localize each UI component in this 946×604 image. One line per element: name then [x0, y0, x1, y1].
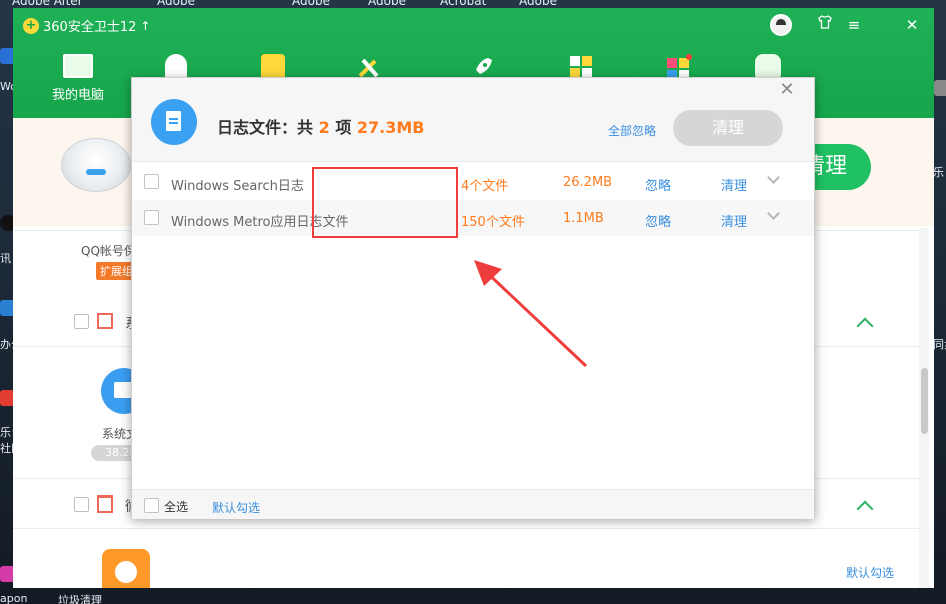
- dialog-header: 日志文件：共 2 项 27.3MB ✕ 全部忽略 清理: [132, 78, 814, 162]
- row-clean-link[interactable]: 清理: [721, 175, 747, 194]
- scrollbar-thumb[interactable]: [921, 368, 928, 434]
- desktop-label[interactable]: Adobe: [292, 0, 330, 8]
- row-file-count: 150个文件: [461, 215, 525, 230]
- default-check-link[interactable]: 默认勾选: [212, 499, 260, 516]
- monitor-icon: [63, 54, 93, 78]
- desktop-label[interactable]: Adobe: [519, 0, 557, 8]
- desktop-label[interactable]: 垃圾清理: [58, 592, 102, 604]
- desktop-label[interactable]: apon: [0, 592, 27, 604]
- section-checkbox[interactable]: [74, 497, 89, 512]
- close-icon[interactable]: ✕: [901, 14, 923, 36]
- chevron-up-icon[interactable]: [856, 317, 874, 335]
- nav-label: 我的电脑: [51, 88, 104, 103]
- chevron-up-icon[interactable]: [856, 500, 874, 518]
- row-clean-link[interactable]: 清理: [721, 211, 747, 230]
- file-icon: [151, 99, 197, 145]
- item-count: 2: [318, 118, 330, 137]
- nav-my-computer[interactable]: 我的电脑: [43, 48, 113, 114]
- annotation-arrow: [474, 260, 588, 368]
- avatar[interactable]: [770, 14, 792, 36]
- total-size: 27.3MB: [356, 118, 425, 137]
- desktop-label[interactable]: Adobe After: [12, 0, 83, 8]
- section-checkbox[interactable]: [74, 314, 89, 329]
- clean-button[interactable]: 清理: [673, 110, 783, 146]
- desktop-label[interactable]: 同步: [933, 336, 946, 352]
- desktop-label[interactable]: Acrobat: [440, 0, 486, 8]
- desktop-label[interactable]: 讯: [0, 250, 11, 266]
- robot-vacuum-image: [61, 138, 131, 192]
- app-title-text: 360安全卫士12: [43, 20, 137, 35]
- skin-icon[interactable]: [814, 14, 836, 36]
- divider: [13, 528, 919, 529]
- select-all-checkbox[interactable]: [144, 498, 159, 513]
- qq-label: QQ帐号保: [81, 244, 136, 258]
- table-row: Windows Search日志 4个文件 26.2MB 忽略 清理: [132, 164, 814, 200]
- desktop-label[interactable]: Adobe: [368, 0, 406, 8]
- upgrade-arrow-icon[interactable]: ↑: [140, 19, 150, 33]
- dialog-footer: 全选 默认勾选: [132, 489, 814, 519]
- row-ignore-link[interactable]: 忽略: [645, 175, 671, 194]
- logo-icon: +: [23, 17, 39, 34]
- menu-icon[interactable]: ≡: [843, 14, 865, 36]
- ignore-all-link[interactable]: 全部忽略: [608, 122, 656, 139]
- windows-icon: [97, 313, 113, 329]
- select-all-label[interactable]: 全选: [164, 498, 188, 515]
- app-icon[interactable]: [934, 80, 946, 96]
- row-file-count: 4个文件: [461, 179, 509, 194]
- row-checkbox[interactable]: [144, 210, 159, 225]
- wechat-icon: [102, 549, 150, 588]
- chevron-down-icon[interactable]: [767, 207, 780, 220]
- title-mid: 项: [335, 118, 352, 137]
- row-ignore-link[interactable]: 忽略: [645, 211, 671, 230]
- title-prefix: 日志文件：共: [217, 118, 314, 137]
- close-icon[interactable]: ✕: [777, 80, 797, 100]
- desktop-label[interactable]: Adobe: [157, 0, 195, 8]
- default-check-link[interactable]: 默认勾选: [846, 564, 894, 581]
- table-row: Windows Metro应用日志文件 150个文件 1.1MB 忽略 清理: [132, 200, 814, 236]
- app-title: + 360安全卫士12 ↑: [23, 16, 150, 35]
- row-size: 26.2MB: [563, 175, 613, 190]
- trash-icon: [97, 495, 113, 513]
- dialog-title: 日志文件：共 2 项 27.3MB: [217, 114, 425, 138]
- row-checkbox[interactable]: [144, 174, 159, 189]
- row-size: 1.1MB: [563, 211, 604, 226]
- desktop-label[interactable]: 乐: [933, 164, 944, 180]
- row-name: Windows Search日志: [171, 179, 304, 194]
- chevron-down-icon[interactable]: [767, 171, 780, 184]
- annotation-highlight-box: [312, 167, 458, 238]
